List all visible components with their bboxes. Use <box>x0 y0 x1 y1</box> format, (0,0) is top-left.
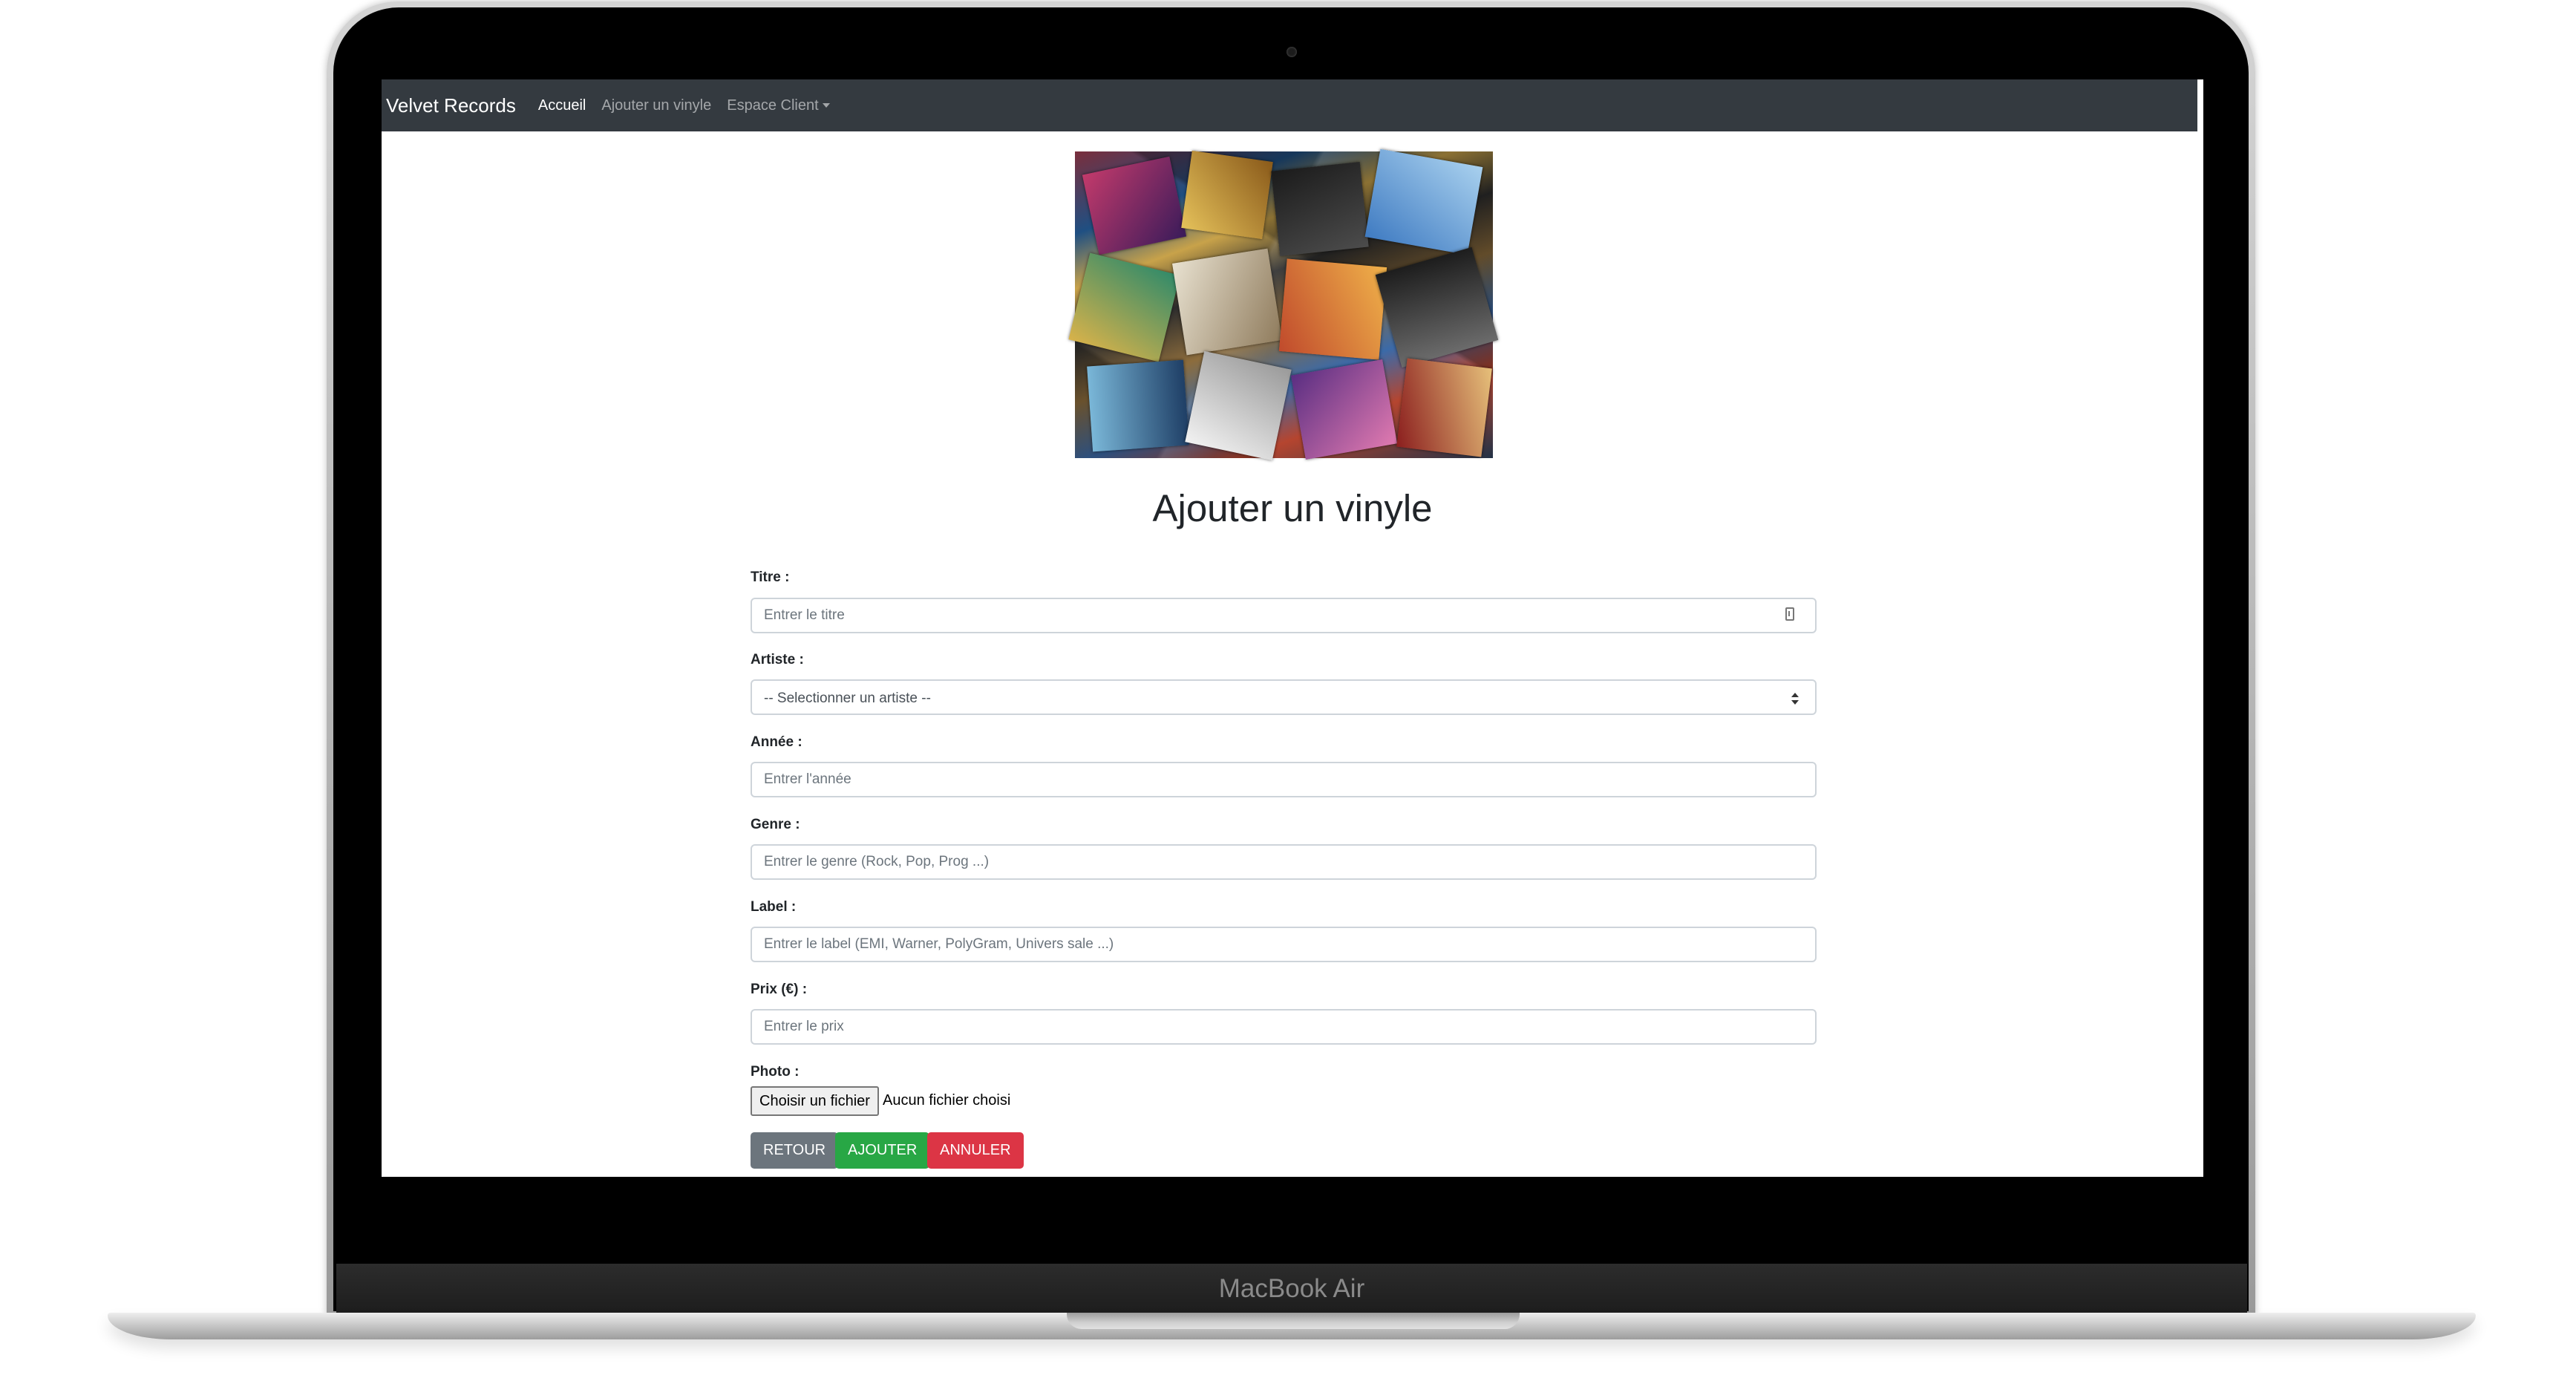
genre-label: Genre : <box>751 817 800 832</box>
year-label: Année : <box>751 734 802 750</box>
nav-link-accueil[interactable]: Accueil <box>538 97 586 114</box>
collage-tile <box>1172 248 1282 356</box>
title-label: Titre : <box>751 569 790 585</box>
artist-label: Artiste : <box>751 652 804 667</box>
collage-tile <box>1278 258 1387 360</box>
caret-down-icon <box>822 102 830 108</box>
clipboard-icon[interactable] <box>1785 607 1794 621</box>
nav-dropdown-label: Espace Client <box>727 97 819 114</box>
collage-tile <box>1087 359 1189 452</box>
cancel-button[interactable]: ANNULER <box>927 1132 1024 1169</box>
browser-viewport: Velvet Records Accueil Ajouter un vinyle… <box>382 79 2203 1177</box>
collage-tile <box>1364 148 1483 255</box>
photo-label: Photo : <box>751 1064 800 1080</box>
label-label: Label : <box>751 899 797 915</box>
collage-tile <box>1185 350 1292 461</box>
genre-input[interactable] <box>751 844 1817 880</box>
navbar: Velvet Records Accueil Ajouter un vinyle… <box>382 79 2197 131</box>
price-label: Prix (€) : <box>751 982 808 997</box>
collage-tile <box>1396 358 1492 457</box>
collage-tile <box>1082 156 1187 255</box>
collage-tile <box>1375 247 1499 368</box>
navbar-brand[interactable]: Velvet Records <box>386 94 516 117</box>
title-input[interactable] <box>751 598 1817 633</box>
webcam <box>1287 47 1297 57</box>
add-button[interactable]: AJOUTER <box>835 1132 930 1169</box>
page-title: Ajouter un vinyle <box>1152 487 1433 529</box>
artist-select-value: -- Selectionner un artiste -- <box>764 690 931 706</box>
record-label-input[interactable] <box>751 927 1817 962</box>
year-input[interactable] <box>751 762 1817 797</box>
nav-dropdown-espace-client[interactable]: Espace Client <box>727 97 830 114</box>
collage-tile <box>1271 162 1369 256</box>
select-caret-icon <box>1791 693 1799 705</box>
artist-select[interactable]: -- Selectionner un artiste -- <box>751 679 1817 715</box>
hero-image-vinyl-collage <box>1068 148 1499 461</box>
device-brand-label: MacBook Air <box>1218 1274 1365 1303</box>
back-button[interactable]: RETOUR <box>751 1132 839 1169</box>
choose-file-button[interactable]: Choisir un fichier <box>751 1086 879 1116</box>
file-status: Aucun fichier choisi <box>883 1092 1011 1109</box>
collage-tile <box>1068 252 1180 362</box>
collage-tile <box>1181 150 1273 240</box>
laptop-hinge-notch <box>1067 1313 1520 1329</box>
price-input[interactable] <box>751 1009 1817 1045</box>
collage-tile <box>1290 359 1398 460</box>
title-field-wrapper <box>751 598 1817 633</box>
nav-link-ajouter-vinyle[interactable]: Ajouter un vinyle <box>601 97 711 114</box>
